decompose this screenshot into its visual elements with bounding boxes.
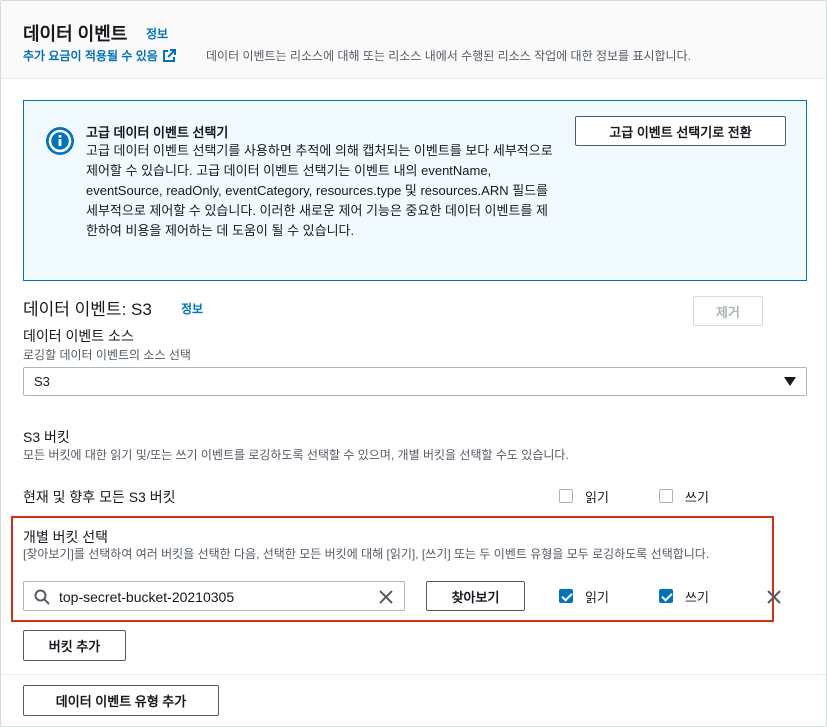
header-description: 데이터 이벤트는 리소스에 대해 또는 리소스 내에서 수행된 리소스 작업에 … bbox=[206, 49, 691, 63]
fee-link[interactable]: 추가 요금이 적용될 수 있음 bbox=[23, 47, 176, 64]
individual-read-label: 읽기 bbox=[585, 590, 609, 605]
all-buckets-label: 현재 및 향후 모든 S3 버킷 bbox=[23, 489, 176, 505]
buckets-label: S3 버킷 bbox=[23, 429, 70, 445]
caret-down-icon bbox=[784, 377, 796, 386]
browse-button[interactable]: 찾아보기 bbox=[426, 581, 525, 611]
buckets-description: 모든 버킷에 대한 읽기 및/또는 쓰기 이벤트를 로깅하도록 선택할 수 있으… bbox=[23, 448, 569, 462]
data-events-panel: 데이터 이벤트 정보 추가 요금이 적용될 수 있음 데이터 이벤트는 리소스에… bbox=[0, 0, 827, 727]
all-buckets-read-label: 읽기 bbox=[585, 490, 609, 505]
individual-read-checkbox[interactable] bbox=[559, 589, 573, 603]
event-source-select[interactable]: S3 bbox=[23, 367, 807, 396]
individual-description: [찾아보기]를 선택하여 여러 버킷을 선택한 다음, 선택한 모든 버킷에 대… bbox=[23, 547, 710, 561]
source-description: 로깅할 데이터 이벤트의 소스 선택 bbox=[23, 348, 191, 362]
info-icon bbox=[46, 127, 74, 155]
all-buckets-write-checkbox[interactable] bbox=[659, 489, 673, 503]
search-icon bbox=[34, 589, 50, 605]
bucket-search-value: top-secret-bucket-20210305 bbox=[59, 589, 235, 605]
clear-icon[interactable] bbox=[378, 589, 394, 605]
bucket-search-input[interactable]: top-secret-bucket-20210305 bbox=[23, 581, 405, 611]
section-title: 데이터 이벤트: S3 bbox=[23, 300, 152, 319]
add-data-event-type-button[interactable]: 데이터 이벤트 유형 추가 bbox=[23, 685, 219, 716]
individual-write-label: 쓰기 bbox=[685, 590, 709, 605]
add-bucket-button[interactable]: 버킷 추가 bbox=[23, 630, 126, 661]
info-box-title: 고급 데이터 이벤트 선택기 bbox=[86, 125, 229, 140]
header-info-link[interactable]: 정보 bbox=[146, 25, 168, 42]
advanced-selector-info-box: 고급 데이터 이벤트 선택기 고급 데이터 이벤트 선택기를 사용하면 추적에 … bbox=[23, 100, 807, 281]
remove-bucket-icon[interactable] bbox=[765, 588, 783, 606]
all-buckets-write-label: 쓰기 bbox=[685, 490, 709, 505]
source-label: 데이터 이벤트 소스 bbox=[23, 328, 134, 344]
individual-write-checkbox[interactable] bbox=[659, 589, 673, 603]
panel-header: 데이터 이벤트 정보 추가 요금이 적용될 수 있음 데이터 이벤트는 리소스에… bbox=[1, 1, 826, 79]
fee-link-label: 추가 요금이 적용될 수 있음 bbox=[23, 49, 158, 63]
section-info-link[interactable]: 정보 bbox=[181, 300, 203, 317]
switch-advanced-selector-button[interactable]: 고급 이벤트 선택기로 전환 bbox=[575, 116, 786, 146]
external-link-icon bbox=[162, 48, 176, 62]
info-box-body: 고급 데이터 이벤트 선택기를 사용하면 추적에 의해 캡처되는 이벤트를 보다… bbox=[86, 143, 553, 238]
divider bbox=[1, 674, 826, 675]
page-title: 데이터 이벤트 bbox=[23, 24, 128, 44]
all-buckets-read-checkbox[interactable] bbox=[559, 489, 573, 503]
individual-label: 개별 버킷 선택 bbox=[23, 529, 109, 545]
remove-button[interactable]: 제거 bbox=[693, 296, 763, 326]
event-source-value: S3 bbox=[34, 374, 50, 389]
